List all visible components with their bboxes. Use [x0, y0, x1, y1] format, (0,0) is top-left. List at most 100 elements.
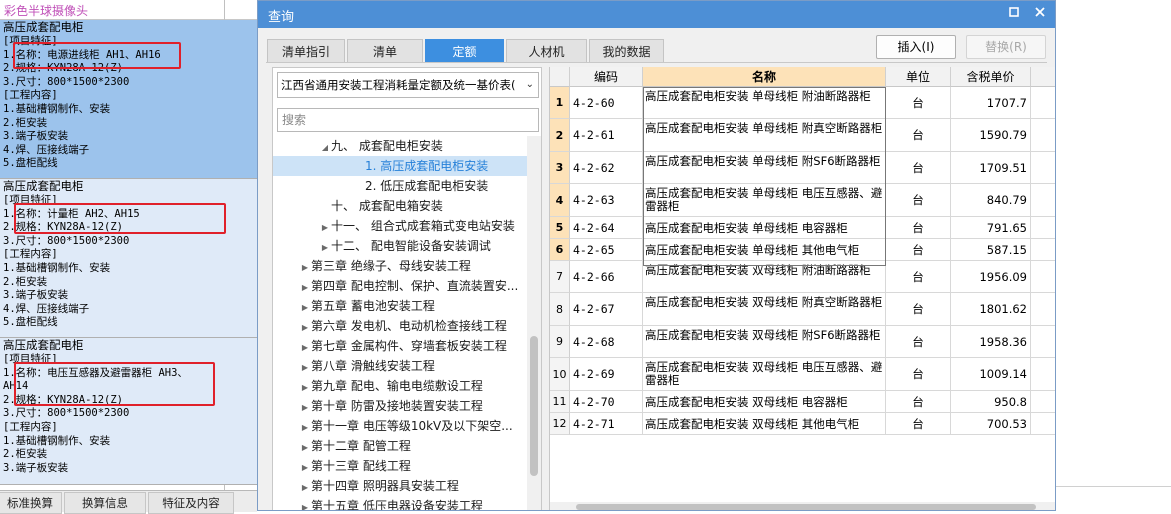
- cell-code[interactable]: 4-2-63: [570, 184, 643, 217]
- collapse-arrow-icon[interactable]: ▶: [299, 298, 311, 318]
- cell-name[interactable]: 高压成套配电柜安装 单母线柜 电容器柜: [643, 217, 886, 239]
- row-number[interactable]: 3: [550, 152, 570, 184]
- cell-code[interactable]: 4-2-62: [570, 152, 643, 184]
- cell-name[interactable]: 高压成套配电柜安装 单母线柜 附真空断路器柜: [643, 119, 886, 152]
- cell-price[interactable]: 1958.36: [951, 326, 1031, 358]
- column-header-price[interactable]: 含税单价: [951, 67, 1031, 87]
- cell-code[interactable]: 4-2-60: [570, 87, 643, 119]
- cell-unit[interactable]: 台: [886, 184, 951, 217]
- collapse-arrow-icon[interactable]: ▶: [299, 258, 311, 278]
- cell-extra[interactable]: [1031, 261, 1055, 293]
- cell-price[interactable]: 1709.51: [951, 152, 1031, 184]
- cell-unit[interactable]: 台: [886, 293, 951, 326]
- row-number[interactable]: 4: [550, 184, 570, 217]
- row-number[interactable]: 10: [550, 358, 570, 391]
- cell-price[interactable]: 700.53: [951, 413, 1031, 435]
- cell-unit[interactable]: 台: [886, 358, 951, 391]
- cell-code[interactable]: 4-2-64: [570, 217, 643, 239]
- cell-name[interactable]: 高压成套配电柜安装 单母线柜 附SF6断路器柜: [643, 152, 886, 184]
- cell-price[interactable]: 1009.14: [951, 358, 1031, 391]
- cell-price[interactable]: 950.8: [951, 391, 1031, 413]
- cell-price[interactable]: 1590.79: [951, 119, 1031, 152]
- cell-extra[interactable]: [1031, 239, 1055, 261]
- column-header-code[interactable]: 编码: [570, 67, 643, 87]
- column-header-extra[interactable]: [1031, 67, 1055, 87]
- cell-code[interactable]: 4-2-65: [570, 239, 643, 261]
- row-number[interactable]: 9: [550, 326, 570, 358]
- cell-name[interactable]: 高压成套配电柜安装 双母线柜 附真空断路器柜: [643, 293, 886, 326]
- cell-unit[interactable]: 台: [886, 326, 951, 358]
- row-number[interactable]: 7: [550, 261, 570, 293]
- collapse-arrow-icon[interactable]: ▶: [299, 458, 311, 478]
- tree-node[interactable]: ▶ 第五章 蓄电池安装工程: [273, 296, 527, 316]
- tree-scrollbar[interactable]: [527, 136, 541, 510]
- column-header-unit[interactable]: 单位: [886, 67, 951, 87]
- row-number[interactable]: 2: [550, 119, 570, 152]
- cell-extra[interactable]: [1031, 217, 1055, 239]
- tree-node[interactable]: ▶ 第七章 金属构件、穿墙套板安装工程: [273, 336, 527, 356]
- cell-name[interactable]: 高压成套配电柜安装 双母线柜 电容器柜: [643, 391, 886, 413]
- cell-unit[interactable]: 台: [886, 119, 951, 152]
- cell-price[interactable]: 840.79: [951, 184, 1031, 217]
- cell-name[interactable]: 高压成套配电柜安装 双母线柜 其他电气柜: [643, 413, 886, 435]
- tree-node[interactable]: ▶ 第六章 发电机、电动机检查接线工程: [273, 316, 527, 336]
- collapse-arrow-icon[interactable]: ▶: [299, 418, 311, 438]
- collapse-arrow-icon[interactable]: ▶: [319, 218, 331, 238]
- row-number[interactable]: 5: [550, 217, 570, 239]
- tree-node[interactable]: ▶ 第九章 配电、输电电缆敷设工程: [273, 376, 527, 396]
- tree-node[interactable]: ▶ 第十三章 配线工程: [273, 456, 527, 476]
- quota-library-select[interactable]: 江西省通用安装工程消耗量定额及统一基价表( ⌄: [277, 72, 539, 98]
- collapse-arrow-icon[interactable]: ▶: [319, 238, 331, 258]
- expand-arrow-icon[interactable]: ◢: [319, 138, 331, 158]
- tree-node[interactable]: ◢ 九、 成套配电柜安装: [273, 136, 527, 156]
- tab-my-data[interactable]: 我的数据: [589, 39, 664, 63]
- column-header-name[interactable]: 名称: [643, 67, 886, 87]
- cell-price[interactable]: 791.65: [951, 217, 1031, 239]
- cell-extra[interactable]: [1031, 326, 1055, 358]
- cell-unit[interactable]: 台: [886, 391, 951, 413]
- cell-extra[interactable]: [1031, 184, 1055, 217]
- bill-item-camera[interactable]: 彩色半球摄像头: [0, 0, 257, 20]
- cell-price[interactable]: 1801.62: [951, 293, 1031, 326]
- grid-horizontal-scrollbar[interactable]: [550, 502, 1055, 510]
- cell-code[interactable]: 4-2-66: [570, 261, 643, 293]
- cell-code[interactable]: 4-2-69: [570, 358, 643, 391]
- tree-node[interactable]: ▶ 第十五章 低压电器设备安装工程: [273, 496, 527, 510]
- tree-node[interactable]: ▶ 第十四章 照明器具安装工程: [273, 476, 527, 496]
- cell-unit[interactable]: 台: [886, 87, 951, 119]
- collapse-arrow-icon[interactable]: ▶: [299, 398, 311, 418]
- cell-unit[interactable]: 台: [886, 217, 951, 239]
- dialog-titlebar[interactable]: 查询: [258, 1, 1055, 28]
- tree-node[interactable]: ▶ 十一、 组合式成套箱式变电站安装: [273, 216, 527, 236]
- cell-unit[interactable]: 台: [886, 239, 951, 261]
- cell-name[interactable]: 高压成套配电柜安装 单母线柜 电压互感器、避雷器柜: [643, 184, 886, 217]
- tree-node[interactable]: ▶ 第三章 绝缘子、母线安装工程: [273, 256, 527, 276]
- tree-node[interactable]: ▶ 第十二章 配管工程: [273, 436, 527, 456]
- close-icon[interactable]: [1031, 5, 1049, 23]
- cell-unit[interactable]: 台: [886, 413, 951, 435]
- cell-price[interactable]: 1956.09: [951, 261, 1031, 293]
- cell-name[interactable]: 高压成套配电柜安装 双母线柜 附油断路器柜: [643, 261, 886, 293]
- tree-node[interactable]: ▶ 第十章 防雷及接地装置安装工程: [273, 396, 527, 416]
- tab-bill-guide[interactable]: 清单指引: [267, 39, 345, 63]
- cell-price[interactable]: 587.15: [951, 239, 1031, 261]
- tree-node[interactable]: 十、 成套配电箱安装: [273, 196, 527, 216]
- row-number[interactable]: 8: [550, 293, 570, 326]
- collapse-arrow-icon[interactable]: ▶: [299, 498, 311, 510]
- tree-node[interactable]: ▶ 第八章 滑触线安装工程: [273, 356, 527, 376]
- bill-item-block-3[interactable]: 高压成套配电柜 [项目特征] 1.名称：电压互感器及避雷器柜 AH3、 AH14 2.规…: [0, 338, 257, 485]
- cell-unit[interactable]: 台: [886, 261, 951, 293]
- tree-node-selected[interactable]: 1. 高压成套配电柜安装: [273, 156, 527, 176]
- collapse-arrow-icon[interactable]: ▶: [299, 278, 311, 298]
- cell-extra[interactable]: [1031, 391, 1055, 413]
- cell-extra[interactable]: [1031, 87, 1055, 119]
- collapse-arrow-icon[interactable]: ▶: [299, 478, 311, 498]
- row-number[interactable]: 11: [550, 391, 570, 413]
- cell-name[interactable]: 高压成套配电柜安装 单母线柜 附油断路器柜: [643, 87, 886, 119]
- cell-unit[interactable]: 台: [886, 152, 951, 184]
- cell-price[interactable]: 1707.7: [951, 87, 1031, 119]
- row-number[interactable]: 12: [550, 413, 570, 435]
- cell-extra[interactable]: [1031, 358, 1055, 391]
- cell-extra[interactable]: [1031, 293, 1055, 326]
- insert-button[interactable]: 插入(I): [876, 35, 956, 59]
